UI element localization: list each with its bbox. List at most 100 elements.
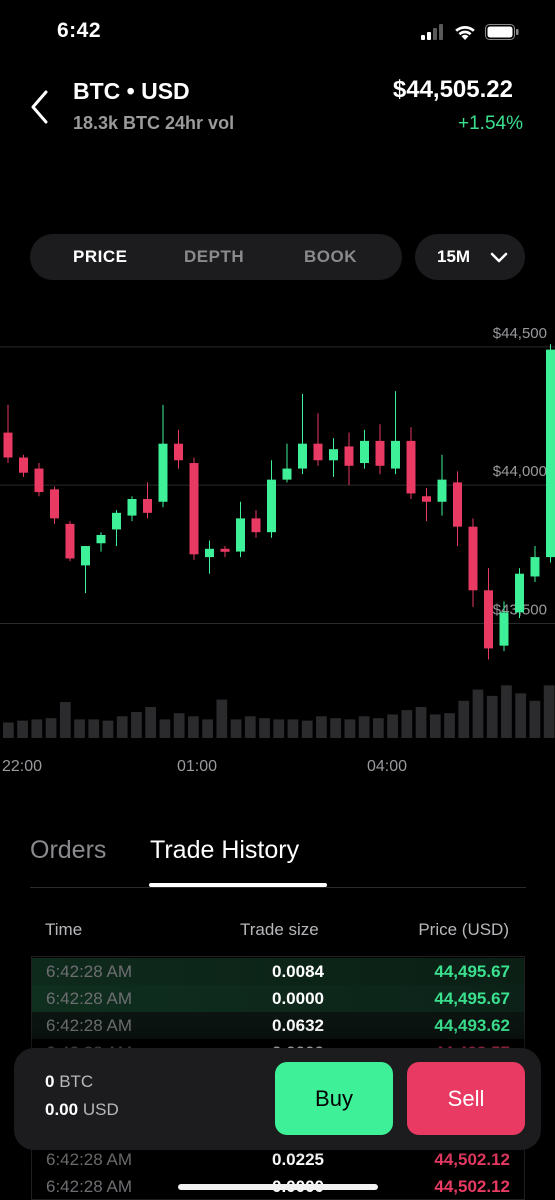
candle-body (96, 534, 106, 544)
trade-price: 44,493.62 (434, 1016, 510, 1035)
trading-pair: BTC • USD (73, 78, 190, 104)
btc-balance-value: 0 (45, 1072, 55, 1091)
current-price: $44,505.22 (392, 76, 513, 103)
candle-body (112, 512, 121, 530)
candle-body (484, 590, 493, 649)
tab-depth[interactable]: DEPTH (184, 234, 244, 280)
candle-body (313, 443, 323, 461)
candle-body (360, 440, 369, 464)
wifi-icon (454, 24, 476, 45)
candle-body (406, 440, 416, 494)
candle-body (267, 479, 276, 533)
candlestick-chart: $44,500$44,000$43,50022:0001:0004:00 (0, 325, 555, 775)
chart-view-tabs: PRICE DEPTH BOOK (30, 234, 402, 280)
status-time: 6:42 (57, 19, 102, 42)
candle-body (174, 443, 183, 461)
volume-bar (415, 707, 427, 738)
volume-bar (486, 695, 498, 738)
candle-body (220, 548, 230, 552)
x-tick-label: 04:00 (367, 758, 407, 775)
candle-body (344, 446, 354, 466)
candle-body (468, 526, 478, 591)
candle-body (422, 496, 431, 502)
volume-bar (3, 722, 14, 738)
candle-body (437, 479, 447, 502)
volume-bar (373, 718, 384, 738)
back-button[interactable] (24, 86, 56, 128)
y-tick-label: $44,500 (493, 325, 547, 342)
candle-body (19, 457, 28, 473)
candle-body (282, 468, 292, 480)
volume-bar (145, 707, 157, 738)
status-bar: 6:42 (0, 0, 555, 64)
volume-bar (88, 719, 100, 738)
battery-icon (485, 24, 519, 45)
volume-bar (543, 685, 555, 738)
tab-trade-history[interactable]: Trade History (150, 836, 299, 865)
volume-bar (74, 719, 85, 738)
volume-bar (316, 716, 327, 738)
trade-price: 44,502.12 (434, 1150, 510, 1169)
volume-bar (173, 713, 185, 738)
volume-bar (159, 719, 171, 738)
active-tab-indicator (149, 883, 327, 887)
volume-bar (501, 685, 512, 738)
trade-row: 6:42:28 AM 0.0000 44,495.67 (32, 985, 524, 1012)
volume-bar (131, 711, 142, 738)
column-header-size: Trade size (240, 920, 319, 939)
candle-body (515, 573, 524, 613)
header: BTC • USD 18.3k BTC 24hr vol $44,505.22 … (0, 70, 555, 150)
buy-button[interactable]: Buy (275, 1062, 393, 1135)
volume-bar (216, 699, 228, 738)
candle-body (65, 523, 75, 559)
trade-size: 0.0225 (272, 1150, 324, 1169)
candle-body (375, 440, 385, 466)
volume-bar (301, 720, 313, 738)
volume-bar (59, 702, 71, 738)
candle-body (251, 518, 261, 533)
btc-balance-unit: BTC (59, 1072, 94, 1091)
candle-body (3, 432, 13, 458)
volume-bar (287, 719, 299, 738)
trade-price: 44,495.67 (434, 989, 510, 1008)
sell-button[interactable]: Sell (407, 1062, 525, 1135)
volume-bar (444, 713, 455, 738)
volume-bar (472, 689, 484, 738)
price-chart[interactable]: $44,500$44,000$43,50022:0001:0004:00 (0, 300, 555, 790)
volume-bar (515, 693, 527, 738)
candle-body (143, 499, 152, 513)
volume-bar (401, 710, 413, 738)
volume-bar (17, 720, 28, 738)
candle-body (329, 449, 338, 461)
volume-bar (31, 719, 43, 738)
volume-24h: 18.3k BTC 24hr vol (73, 113, 235, 133)
candle-body (34, 468, 44, 493)
volume-bar (116, 716, 128, 738)
usd-balance-unit: USD (82, 1100, 119, 1119)
interval-selector[interactable]: 15M (415, 234, 525, 280)
candle-body (546, 349, 555, 558)
interval-label: 15M (437, 247, 471, 266)
tab-orders[interactable]: Orders (30, 836, 106, 865)
tab-book[interactable]: BOOK (304, 234, 357, 280)
volume-bar (45, 718, 57, 738)
status-icons (421, 24, 519, 45)
trade-size: 0.0000 (272, 989, 324, 1008)
tab-price[interactable]: PRICE (73, 234, 127, 280)
volume-bar (202, 719, 213, 738)
volume-bar (529, 700, 541, 738)
volume-bar (387, 714, 398, 738)
candle-body (127, 499, 137, 516)
chevron-left-icon (31, 90, 48, 124)
volume-bar (259, 718, 270, 738)
trade-size: 0.0084 (272, 962, 324, 981)
candle-body (298, 443, 307, 469)
volume-bar (330, 718, 342, 738)
btc-balance: 0 BTC (45, 1072, 93, 1092)
home-indicator[interactable] (178, 1184, 378, 1190)
candle-body (236, 518, 245, 552)
volume-bar (244, 716, 256, 738)
trade-row: 6:42:28 AM 0.0225 44,502.12 (32, 1146, 524, 1173)
y-tick-label: $44,000 (493, 463, 547, 480)
trade-price: 44,495.67 (434, 962, 510, 981)
